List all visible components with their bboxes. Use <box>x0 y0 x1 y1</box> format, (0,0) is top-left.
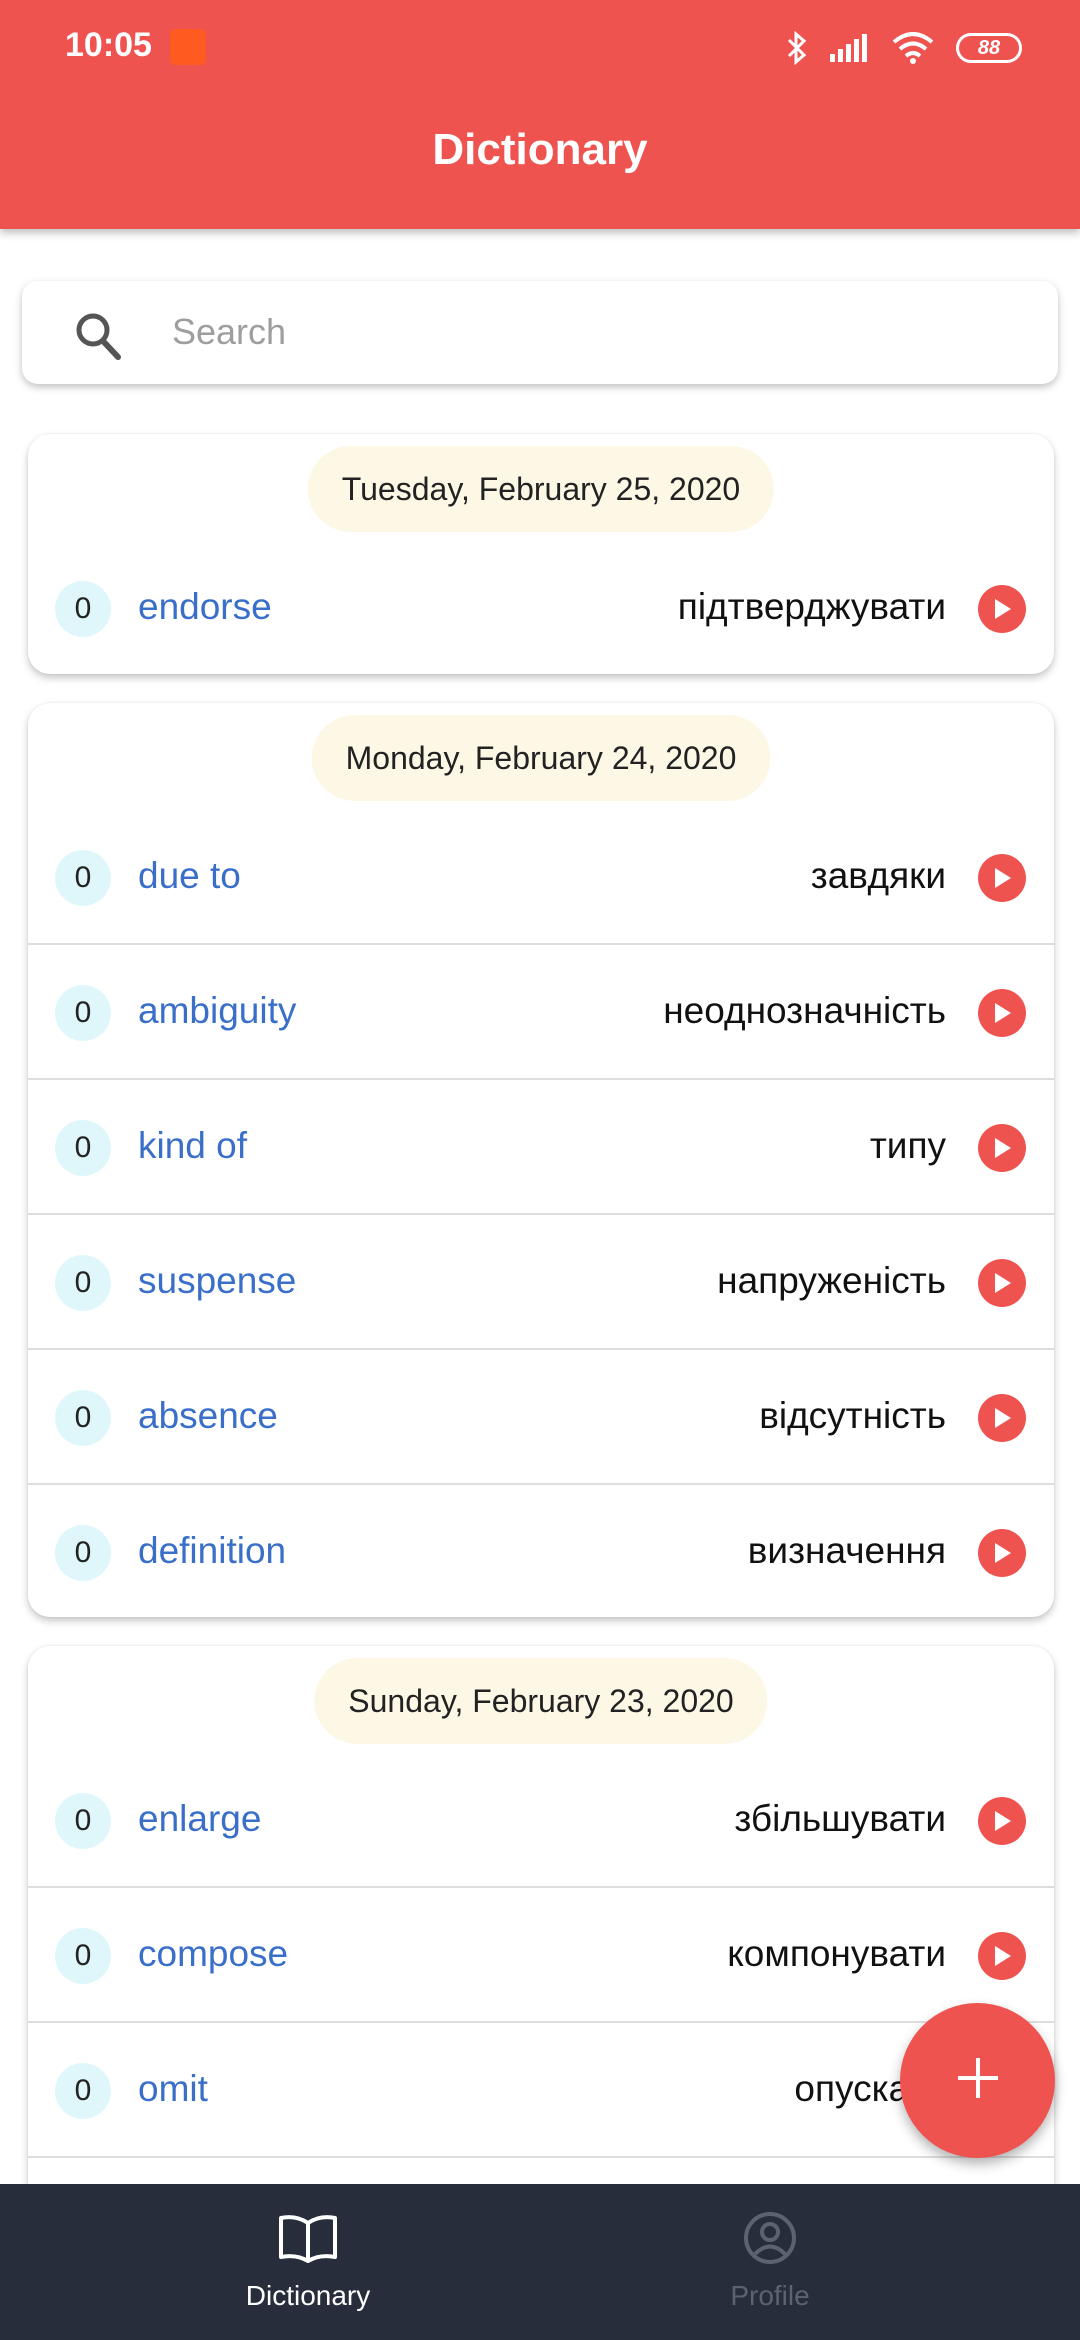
list-item[interactable]: 0 compose компонувати <box>28 1889 1054 2023</box>
translation-label: напруженість <box>717 1260 946 1301</box>
count-badge: 0 <box>55 1255 111 1311</box>
word-label: ambiguity <box>138 990 297 1031</box>
date-group-card: Monday, February 24, 2020 0 due to завдя… <box>28 703 1054 1617</box>
list-item[interactable]: 0 definition визначення <box>28 1486 1054 1617</box>
count-badge: 0 <box>55 2063 111 2119</box>
list-item[interactable]: 0 kind of типу <box>28 1081 1054 1215</box>
translation-label: визначення <box>747 1530 946 1571</box>
date-header: Tuesday, February 25, 2020 <box>307 446 775 532</box>
word-label: definition <box>138 1530 287 1571</box>
word-label: due to <box>138 855 241 896</box>
play-icon[interactable] <box>978 1797 1026 1845</box>
word-label: endorse <box>138 586 272 627</box>
nav-label-profile: Profile <box>730 2280 810 2311</box>
count-badge: 0 <box>55 985 111 1041</box>
nav-item-profile[interactable]: Profile <box>500 2184 1040 2340</box>
play-icon[interactable] <box>978 1259 1026 1307</box>
count-badge: 0 <box>55 1120 111 1176</box>
wifi-icon <box>892 32 934 64</box>
translation-label: завдяки <box>810 855 946 896</box>
play-icon[interactable] <box>978 1932 1026 1980</box>
count-badge: 0 <box>55 850 111 906</box>
date-header: Monday, February 24, 2020 <box>311 715 771 801</box>
translation-label: підтверджувати <box>677 586 946 627</box>
word-label: kind of <box>138 1125 248 1166</box>
nav-item-dictionary[interactable]: Dictionary <box>38 2184 578 2340</box>
status-time: 10:05 <box>65 26 152 64</box>
signal-icon <box>830 34 870 62</box>
play-icon[interactable] <box>978 854 1026 902</box>
count-badge: 0 <box>55 1793 111 1849</box>
translation-label: неоднозначність <box>663 990 946 1031</box>
profile-icon <box>743 2210 797 2266</box>
date-header: Sunday, February 23, 2020 <box>314 1658 768 1744</box>
status-icons: 88 <box>786 26 1022 70</box>
search-bar[interactable] <box>22 281 1058 384</box>
list-item[interactable]: 0 absence відсутність <box>28 1351 1054 1485</box>
date-group-card: Sunday, February 23, 2020 0 enlarge збіл… <box>28 1646 1054 2266</box>
add-word-button[interactable] <box>900 2003 1055 2158</box>
word-label: compose <box>138 1933 289 1974</box>
list-item[interactable]: 0 ambiguity неоднозначність <box>28 946 1054 1080</box>
app-bar: 10:05 88 Dictionary <box>0 0 1080 229</box>
count-badge: 0 <box>55 1390 111 1446</box>
translation-label: компонувати <box>727 1933 946 1974</box>
page-title: Dictionary <box>432 125 648 174</box>
word-label: omit <box>138 2068 208 2109</box>
list-item[interactable]: 0 due to завдяки <box>28 811 1054 945</box>
nav-label-dictionary: Dictionary <box>245 2280 371 2311</box>
play-icon[interactable] <box>978 1124 1026 1172</box>
list-item[interactable]: 0 enlarge збільшувати <box>28 1754 1054 1888</box>
plus-icon <box>956 2056 1000 2105</box>
search-icon <box>74 311 122 366</box>
play-icon[interactable] <box>978 1529 1026 1577</box>
play-icon[interactable] <box>978 585 1026 633</box>
book-icon <box>278 2210 338 2266</box>
play-icon[interactable] <box>978 989 1026 1037</box>
word-label: absence <box>138 1395 278 1436</box>
count-badge: 0 <box>55 581 111 637</box>
word-label: enlarge <box>138 1798 262 1839</box>
list-item[interactable]: 0 endorse підтверджувати <box>28 542 1054 674</box>
count-badge: 0 <box>55 1525 111 1581</box>
search-input[interactable] <box>172 301 1022 363</box>
notification-app-icon <box>170 29 206 65</box>
status-bar: 10:05 88 <box>0 0 1080 96</box>
translation-label: типу <box>869 1125 946 1166</box>
battery-icon: 88 <box>956 33 1022 63</box>
translation-label: збільшувати <box>734 1798 946 1839</box>
translation-label: відсутність <box>759 1395 946 1436</box>
count-badge: 0 <box>55 1928 111 1984</box>
date-group-card: Tuesday, February 25, 2020 0 endorse під… <box>28 434 1054 674</box>
word-label: suspense <box>138 1260 297 1301</box>
bluetooth-icon <box>786 31 808 65</box>
bottom-navigation: Dictionary Profile <box>0 2184 1080 2340</box>
list-item[interactable]: 0 suspense напруженість <box>28 1216 1054 1350</box>
play-icon[interactable] <box>978 1394 1026 1442</box>
